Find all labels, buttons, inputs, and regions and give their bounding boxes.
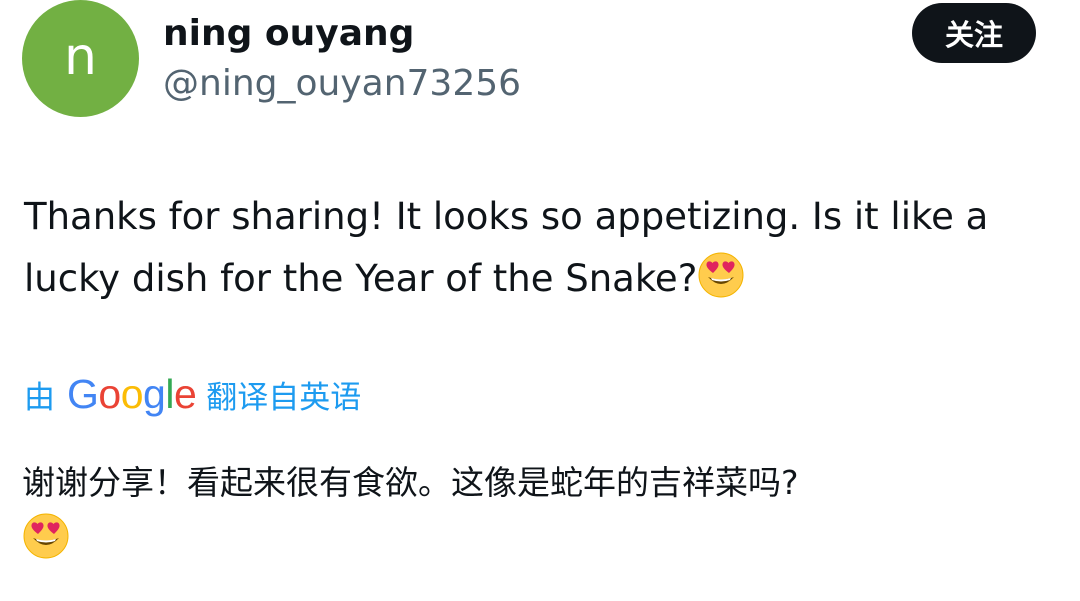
avatar-letter: n	[64, 26, 97, 87]
translate-link[interactable]: 由 Google 翻译自英语	[24, 368, 361, 420]
heart-eyes-emoji-icon	[697, 251, 745, 318]
display-name[interactable]: ning ouyang	[163, 12, 414, 56]
tweet-text: Thanks for sharing! It looks so appetizi…	[24, 195, 989, 300]
tweet-body: Thanks for sharing! It looks so appetizi…	[24, 186, 1064, 318]
avatar[interactable]: n	[22, 0, 139, 117]
user-handle[interactable]: @ning_ouyan73256	[163, 62, 521, 106]
translated-body: 谢谢分享！看起来很有食欲。这像是蛇年的吉祥菜吗?	[22, 454, 1062, 578]
google-logo: Google	[67, 370, 197, 417]
translate-prefix: 由	[24, 379, 55, 416]
translate-suffix: 翻译自英语	[206, 379, 362, 416]
follow-button[interactable]: 关注	[912, 3, 1036, 63]
heart-eyes-emoji-icon	[22, 512, 70, 578]
translated-text: 谢谢分享！看起来很有食欲。这像是蛇年的吉祥菜吗?	[22, 463, 799, 502]
